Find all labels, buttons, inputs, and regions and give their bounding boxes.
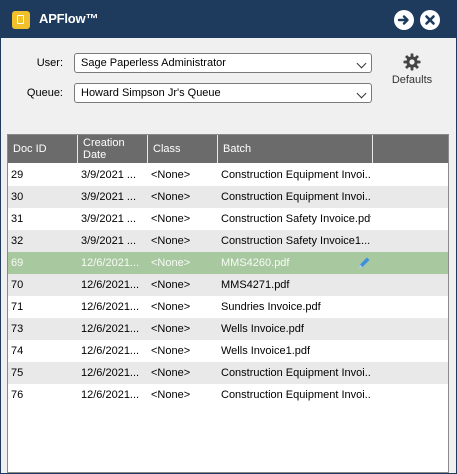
documents-grid[interactable]: Doc ID Creation Date Class Batch 29 3/9/2… xyxy=(7,134,449,473)
cell-batch: Construction Safety Invoice1.... xyxy=(221,235,371,247)
user-select-value: Sage Paperless Administrator xyxy=(81,57,226,69)
chevron-down-icon xyxy=(356,88,367,99)
cell-date: 12/6/2021... xyxy=(81,257,140,269)
cell-doc-id: 74 xyxy=(11,345,24,357)
cell-batch: Wells Invoice.pdf xyxy=(221,323,304,335)
cell-doc-id: 32 xyxy=(11,235,24,247)
apflow-logo-icon xyxy=(12,11,30,29)
column-header-label: Creation xyxy=(83,137,125,149)
cell-class: <None> xyxy=(151,301,191,313)
apflow-window: APFlow™ User: Sage Paperless Administrat… xyxy=(0,0,457,474)
cell-class: <None> xyxy=(151,367,191,379)
gear-icon xyxy=(403,53,421,71)
cell-batch: Construction Equipment Invoi... xyxy=(221,169,371,181)
cell-class: <None> xyxy=(151,279,191,291)
cell-class: <None> xyxy=(151,191,191,203)
cell-doc-id: 73 xyxy=(11,323,24,335)
user-select[interactable]: Sage Paperless Administrator xyxy=(74,53,372,73)
column-header-label: Batch xyxy=(223,143,252,155)
table-row[interactable]: 31 3/9/2021 ... <None> Construction Safety … xyxy=(8,208,448,230)
table-row[interactable]: 32 3/9/2021 ... <None> Construction Safety … xyxy=(8,230,448,252)
cell-class: <None> xyxy=(151,345,191,357)
column-header-class[interactable]: Class xyxy=(148,135,218,163)
defaults-button[interactable]: Defaults xyxy=(387,53,437,89)
cell-date: 12/6/2021... xyxy=(81,345,140,357)
cell-batch: Construction Equipment Invoi... xyxy=(221,191,371,203)
title-bar: APFlow™ xyxy=(1,1,456,38)
column-header-label: Date xyxy=(83,149,107,161)
cell-class: <None> xyxy=(151,213,191,225)
cell-date: 3/9/2021 ... xyxy=(81,191,137,203)
cell-date: 12/6/2021... xyxy=(81,279,140,291)
table-row[interactable]: 71 12/6/2021... <None> Sundries Invoice.pdf xyxy=(8,296,448,318)
column-header-label: Doc ID xyxy=(13,143,47,155)
queue-select-value: Howard Simpson Jr's Queue xyxy=(81,87,221,99)
cell-doc-id: 29 xyxy=(11,169,24,181)
cell-class: <None> xyxy=(151,389,191,401)
cell-date: 12/6/2021... xyxy=(81,389,140,401)
table-row[interactable]: 76 12/6/2021... <None> Construction Equipme… xyxy=(8,384,448,406)
cell-date: 3/9/2021 ... xyxy=(81,213,137,225)
cell-doc-id: 69 xyxy=(11,257,24,269)
cell-doc-id: 76 xyxy=(11,389,24,401)
cell-date: 12/6/2021... xyxy=(81,367,140,379)
table-row[interactable]: 29 3/9/2021 ... <None> Construction Equipme… xyxy=(8,164,448,186)
chevron-down-icon xyxy=(356,58,367,69)
cell-class: <None> xyxy=(151,257,191,269)
cell-class: <None> xyxy=(151,169,191,181)
table-row-selected[interactable]: 69 12/6/2021... <None> MMS4260.pdf xyxy=(8,252,448,274)
cell-doc-id: 70 xyxy=(11,279,24,291)
column-header-label: Class xyxy=(153,143,181,155)
cell-date: 3/9/2021 ... xyxy=(81,235,137,247)
column-header-creation-date[interactable]: Creation Date xyxy=(78,135,148,163)
cell-batch: Construction Equipment Invoi... xyxy=(221,389,371,401)
cell-doc-id: 31 xyxy=(11,213,24,225)
cell-class: <None> xyxy=(151,323,191,335)
table-row[interactable]: 73 12/6/2021... <None> Wells Invoice.pdf xyxy=(8,318,448,340)
table-row[interactable]: 74 12/6/2021... <None> Wells Invoice1.pdf xyxy=(8,340,448,362)
queue-label: Queue: xyxy=(26,87,63,99)
cell-batch: Construction Equipment Invoi... xyxy=(221,367,371,379)
close-icon[interactable] xyxy=(420,10,440,30)
grid-header: Doc ID Creation Date Class Batch xyxy=(8,135,448,163)
cell-doc-id: 71 xyxy=(11,301,24,313)
table-row[interactable]: 70 12/6/2021... <None> MMS4271.pdf xyxy=(8,274,448,296)
column-header-batch[interactable]: Batch xyxy=(218,135,373,163)
cell-date: 12/6/2021... xyxy=(81,323,140,335)
cell-date: 3/9/2021 ... xyxy=(81,169,137,181)
forward-arrow-icon[interactable] xyxy=(394,10,414,30)
cell-date: 12/6/2021... xyxy=(81,301,140,313)
column-header-doc-id[interactable]: Doc ID xyxy=(8,135,78,163)
cell-batch: MMS4271.pdf xyxy=(221,279,290,291)
table-row[interactable]: 30 3/9/2021 ... <None> Construction Equipme… xyxy=(8,186,448,208)
cell-batch: Sundries Invoice.pdf xyxy=(221,301,321,313)
user-label: User: xyxy=(36,57,63,69)
cell-batch: Wells Invoice1.pdf xyxy=(221,345,311,357)
cell-doc-id: 30 xyxy=(11,191,24,203)
cell-class: <None> xyxy=(151,235,191,247)
queue-select[interactable]: Howard Simpson Jr's Queue xyxy=(74,83,372,103)
cell-batch: MMS4260.pdf xyxy=(221,257,290,269)
cell-batch: Construction Safety Invoice.pdf xyxy=(221,213,371,225)
edit-pencil-icon[interactable] xyxy=(356,255,372,271)
defaults-label: Defaults xyxy=(391,74,433,86)
table-row[interactable]: 75 12/6/2021... <None> Construction Equipme… xyxy=(8,362,448,384)
cell-doc-id: 75 xyxy=(11,367,24,379)
window-title: APFlow™ xyxy=(39,11,99,26)
